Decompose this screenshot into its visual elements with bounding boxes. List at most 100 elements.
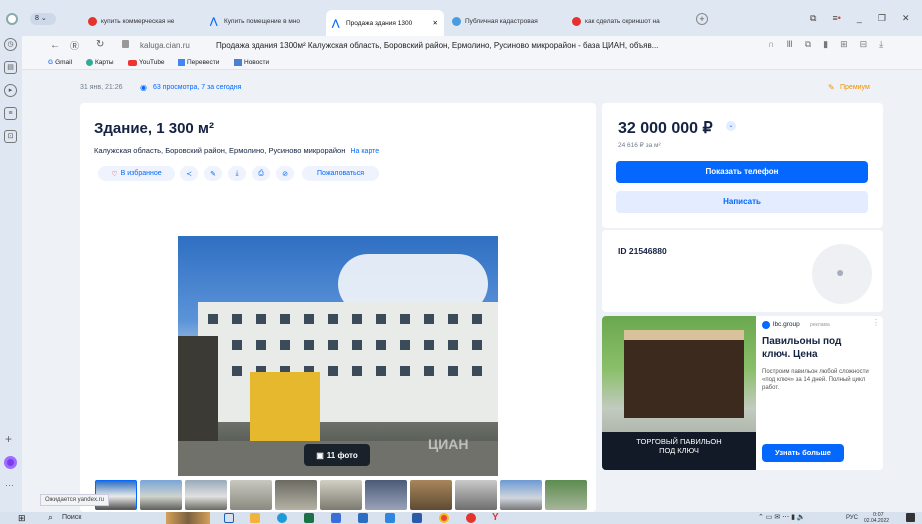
thumbnail-4[interactable] xyxy=(230,480,272,510)
chrome-icon[interactable] xyxy=(439,513,449,523)
alice-icon[interactable] xyxy=(4,456,17,469)
edge-icon[interactable] xyxy=(277,513,287,523)
tab-4[interactable]: как сделать скриншот на xyxy=(572,11,684,31)
tab-2-active[interactable]: ⋀ Продажа здания 1300 ✕ xyxy=(326,10,444,36)
yandex-browser-taskbar-icon[interactable]: Y xyxy=(492,512,499,523)
download-icon[interactable]: ⤓ xyxy=(879,39,883,50)
collections-icon[interactable]: ▤ xyxy=(4,61,17,74)
bookmark-icon[interactable]: ▮ xyxy=(823,39,828,50)
show-phone-button[interactable]: Показать телефон xyxy=(616,161,868,183)
back-icon[interactable]: ← xyxy=(50,40,60,51)
ad-image[interactable]: ТОРГОВЫЙ ПАВИЛЬОН ПОД КЛЮЧ xyxy=(602,316,756,470)
bookmarks-menu-icon[interactable]: ⧉ xyxy=(810,13,816,25)
thumbnail-5[interactable] xyxy=(275,480,317,510)
map-link[interactable]: На карте xyxy=(350,148,379,155)
mail-icon[interactable] xyxy=(358,513,368,523)
complain-button[interactable]: Пожаловаться xyxy=(302,166,379,181)
agent-id: ID 21546880 xyxy=(618,246,667,256)
more-icon[interactable]: ··· xyxy=(5,480,14,490)
headphones-icon[interactable]: ∩ xyxy=(768,39,774,50)
thumbnail-10[interactable] xyxy=(500,480,542,510)
minimize-icon[interactable]: _ xyxy=(857,13,862,25)
screenshot-icon[interactable]: ⊡ xyxy=(4,130,17,143)
main-photo[interactable]: ЦИАН ▣ 11 фото xyxy=(178,236,498,476)
address-text[interactable]: Калужская область, Боровский район, Ермо… xyxy=(94,146,345,155)
bookmark-gmail[interactable]: G Gmail xyxy=(48,59,72,66)
yandex-browser-icon[interactable] xyxy=(6,13,18,25)
ad-title[interactable]: Павильоны под ключ. Цена xyxy=(762,335,872,361)
new-tab-button[interactable]: + xyxy=(696,13,708,25)
thumbnail-6[interactable] xyxy=(320,480,362,510)
yandex-icon xyxy=(572,16,581,26)
word-icon[interactable] xyxy=(412,513,422,523)
heart-icon: ♡ xyxy=(111,170,118,178)
yandex-app-icon[interactable] xyxy=(466,513,476,523)
thumbnail-9[interactable] xyxy=(455,480,497,510)
ad-cta-button[interactable]: Узнать больше xyxy=(762,444,844,462)
ad-brand[interactable]: lbc.group xyxy=(773,321,800,328)
history-icon[interactable]: ◷ xyxy=(4,38,17,51)
bookmark-translate[interactable]: Перевести xyxy=(178,59,219,66)
bookmark-label: Новости xyxy=(244,59,270,66)
hide-button[interactable]: ⊘ xyxy=(276,166,294,181)
close-window-icon[interactable]: ✕ xyxy=(902,13,910,25)
extensions-icon[interactable]: ⊞ xyxy=(840,39,848,50)
search-icon[interactable]: ⌕ xyxy=(48,512,53,523)
edit-note-button[interactable]: ✎ xyxy=(204,166,222,181)
tab-1[interactable]: ⋀ Купить помещение в мно xyxy=(210,11,322,31)
thumbnail-8[interactable] xyxy=(410,480,452,510)
download-button[interactable]: ⤓ xyxy=(228,166,246,181)
translate-icon[interactable]: ⧉ xyxy=(805,39,811,50)
thumbnail-3[interactable] xyxy=(185,480,227,510)
app-l-icon[interactable] xyxy=(385,513,395,523)
menu-icon[interactable]: ⊟ xyxy=(860,39,868,50)
share-button[interactable]: ≺ xyxy=(180,166,198,181)
maximize-icon[interactable]: ❐ xyxy=(878,13,886,25)
address-bar-row: ← Ⓡ ↻ kaluga.cian.ru Продажа здания 1300… xyxy=(0,36,922,56)
calculator-icon[interactable] xyxy=(331,513,341,523)
eye-icon: ◉ xyxy=(140,83,147,92)
agent-avatar[interactable]: ● xyxy=(812,244,872,304)
thumbnail-11[interactable] xyxy=(545,480,587,510)
windows-start-icon[interactable]: ⊞ xyxy=(18,513,26,524)
windows-row xyxy=(208,340,488,350)
thumbnail-7[interactable] xyxy=(365,480,407,510)
notes-icon[interactable]: ≡ xyxy=(4,107,17,120)
language-indicator[interactable]: РУС xyxy=(846,515,858,521)
close-tab-icon[interactable]: ✕ xyxy=(433,19,438,27)
print-button[interactable]: ⎙ xyxy=(252,166,270,181)
views-count[interactable]: 63 просмотра, 7 за сегодня xyxy=(153,84,241,91)
clock-date[interactable]: 02.04.2022 xyxy=(864,518,889,524)
windows-row xyxy=(208,314,488,324)
bookmark-maps[interactable]: Карты xyxy=(86,59,114,66)
notification-center-icon[interactable] xyxy=(906,513,915,522)
photo-count-badge[interactable]: ▣ 11 фото xyxy=(304,444,370,466)
ad-menu-icon[interactable]: ⋮ xyxy=(872,318,880,327)
google-icon: G xyxy=(48,59,54,66)
hide-icon: ⊘ xyxy=(282,170,288,178)
yandex-protect-icon[interactable]: Ⓡ xyxy=(70,39,79,52)
window-controls: ⧉ ≡• _ ❐ ✕ xyxy=(810,13,920,25)
premium-badge[interactable]: Премиум xyxy=(840,84,870,91)
tab-0[interactable]: купить коммерческая не xyxy=(88,11,203,31)
status-text: Ожидается yandex.ru xyxy=(45,497,104,503)
notifications-icon[interactable]: ≡• xyxy=(832,13,840,25)
reader-icon[interactable]: Ⅲ xyxy=(786,39,792,50)
add-panel-icon[interactable]: + xyxy=(5,432,12,446)
taskbar-search[interactable]: Поиск xyxy=(62,514,81,521)
tab-counter[interactable]: 8 ⌄ xyxy=(30,13,56,25)
thumbnail-2[interactable] xyxy=(140,480,182,510)
favorite-button[interactable]: ♡ В избранное xyxy=(98,166,175,181)
file-explorer-icon[interactable] xyxy=(250,513,260,523)
bookmark-youtube[interactable]: YouTube xyxy=(128,59,165,66)
play-icon[interactable]: ▸ xyxy=(4,84,17,97)
url-domain[interactable]: kaluga.cian.ru xyxy=(140,41,190,50)
excel-icon[interactable] xyxy=(304,513,314,523)
reload-icon[interactable]: ↻ xyxy=(96,39,104,50)
tab-3[interactable]: Публичная кадастровая xyxy=(452,11,564,31)
task-view-icon[interactable] xyxy=(224,513,234,523)
bookmark-news[interactable]: Новости xyxy=(234,59,269,66)
page-title-in-address[interactable]: Продажа здания 1300м² Калужская область,… xyxy=(216,41,756,50)
chevron-down-icon[interactable]: ⌄ xyxy=(726,121,736,131)
write-message-button[interactable]: Написать xyxy=(616,191,868,213)
